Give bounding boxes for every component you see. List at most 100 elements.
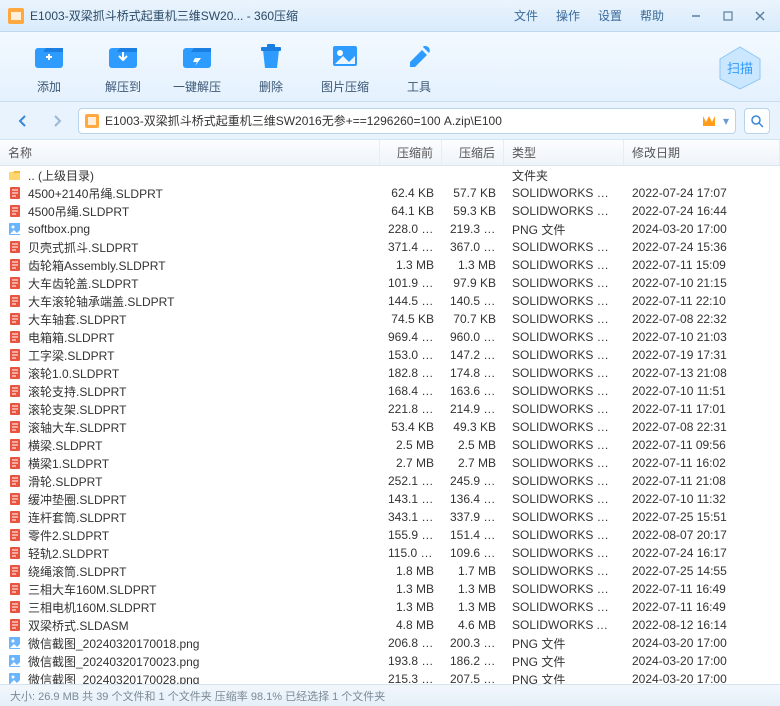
file-date: 2022-08-07 20:17 [624,528,780,542]
file-row[interactable]: 连杆套筒.SLDPRT 343.1 KB 337.9 KB SOLIDWORKS… [0,508,780,526]
file-after: 367.0 KB [442,240,504,254]
image-compress-button[interactable]: 图片压缩 [308,38,382,95]
file-row[interactable]: 微信截图_20240320170023.png 193.8 KB 186.2 K… [0,652,780,670]
file-row[interactable]: 大车轴套.SLDPRT 74.5 KB 70.7 KB SOLIDWORKS P… [0,310,780,328]
file-row[interactable]: 齿轮箱Assembly.SLDPRT 1.3 MB 1.3 MB SOLIDWO… [0,256,780,274]
file-row[interactable]: 双梁桥式.SLDASM 4.8 MB 4.6 MB SOLIDWORKS As.… [0,616,780,634]
menu-help[interactable]: 帮助 [640,7,664,24]
extract-button[interactable]: 解压到 [86,38,160,95]
file-row[interactable]: 4500+2140吊绳.SLDPRT 62.4 KB 57.7 KB SOLID… [0,184,780,202]
file-row[interactable]: 大车滚轮轴承端盖.SLDPRT 144.5 KB 140.5 KB SOLIDW… [0,292,780,310]
file-before: 4.8 MB [380,618,442,632]
file-name: 横梁.SLDPRT [20,437,380,454]
header-name[interactable]: 名称 [0,140,380,165]
file-type: SOLIDWORKS Pa... [504,366,624,380]
path-input[interactable]: E1003-双梁抓斗桥式起重机三维SW2016无参+==1296260=100 … [78,108,736,134]
file-row[interactable]: 滚轮支持.SLDPRT 168.4 KB 163.6 KB SOLIDWORKS… [0,382,780,400]
chevron-down-icon[interactable]: ▾ [723,114,729,128]
file-name: 双梁桥式.SLDASM [20,617,380,634]
scan-button[interactable]: 扫描 [712,43,768,91]
file-date: 2022-07-24 16:44 [624,204,780,218]
file-icon [0,186,20,200]
file-after: 147.2 KB [442,348,504,362]
file-date: 2022-07-11 17:01 [624,402,780,416]
file-type: SOLIDWORKS Pa... [504,474,624,488]
file-date: 2022-07-25 15:51 [624,510,780,524]
file-type: SOLIDWORKS Pa... [504,510,624,524]
search-button[interactable] [744,108,770,134]
file-icon [0,654,20,668]
header-before[interactable]: 压缩前 [380,140,442,165]
file-row[interactable]: 工字梁.SLDPRT 153.0 KB 147.2 KB SOLIDWORKS … [0,346,780,364]
file-row[interactable]: 三相电机160M.SLDPRT 1.3 MB 1.3 MB SOLIDWORKS… [0,598,780,616]
file-row[interactable]: 微信截图_20240320170018.png 206.8 KB 200.3 K… [0,634,780,652]
file-row[interactable]: 大车齿轮盖.SLDPRT 101.9 KB 97.9 KB SOLIDWORKS… [0,274,780,292]
file-row[interactable]: 滚轮1.0.SLDPRT 182.8 KB 174.8 KB SOLIDWORK… [0,364,780,382]
file-type: SOLIDWORKS Pa... [504,330,624,344]
file-type: SOLIDWORKS Pa... [504,348,624,362]
file-after: 136.4 KB [442,492,504,506]
tools-button[interactable]: 工具 [382,38,456,95]
file-row[interactable]: 滚轴大车.SLDPRT 53.4 KB 49.3 KB SOLIDWORKS P… [0,418,780,436]
file-after: 140.5 KB [442,294,504,308]
back-button[interactable] [10,108,36,134]
window-title: E1003-双梁抓斗桥式起重机三维SW20... - 360压缩 [30,7,514,24]
file-row[interactable]: 三相大车160M.SLDPRT 1.3 MB 1.3 MB SOLIDWORKS… [0,580,780,598]
file-row[interactable]: softbox.png 228.0 KB 219.3 KB PNG 文件 202… [0,220,780,238]
file-row[interactable]: 横梁.SLDPRT 2.5 MB 2.5 MB SOLIDWORKS Pa...… [0,436,780,454]
file-after: 1.3 MB [442,582,504,596]
file-type: 文件夹 [504,167,624,184]
file-name: 大车滚轮轴承端盖.SLDPRT [20,293,380,310]
minimize-button[interactable] [684,6,708,26]
file-row[interactable]: 电箱箱.SLDPRT 969.4 KB 960.0 KB SOLIDWORKS … [0,328,780,346]
header-date[interactable]: 修改日期 [624,140,780,165]
file-before: 155.9 KB [380,528,442,542]
file-before: 193.8 KB [380,654,442,668]
menu-settings[interactable]: 设置 [598,7,622,24]
file-icon [0,294,20,308]
file-row[interactable]: 滚轮支架.SLDPRT 221.8 KB 214.9 KB SOLIDWORKS… [0,400,780,418]
file-after: 245.9 KB [442,474,504,488]
file-date: 2022-07-25 14:55 [624,564,780,578]
parent-directory-row[interactable]: .. (上级目录) 文件夹 [0,166,780,184]
file-row[interactable]: 滑轮.SLDPRT 252.1 KB 245.9 KB SOLIDWORKS P… [0,472,780,490]
menu-operate[interactable]: 操作 [556,7,580,24]
file-row[interactable]: 横梁1.SLDPRT 2.7 MB 2.7 MB SOLIDWORKS Pa..… [0,454,780,472]
delete-button[interactable]: 删除 [234,38,308,95]
file-after: 2.7 MB [442,456,504,470]
file-date: 2022-07-11 16:49 [624,582,780,596]
pathbar: E1003-双梁抓斗桥式起重机三维SW2016无参+==1296260=100 … [0,102,780,140]
oneclick-button[interactable]: 一键解压 [160,38,234,95]
scan-icon: 扫描 [712,43,768,91]
file-row[interactable]: 缓冲垫圈.SLDPRT 143.1 KB 136.4 KB SOLIDWORKS… [0,490,780,508]
add-button[interactable]: 添加 [12,38,86,95]
file-before: 969.4 KB [380,330,442,344]
file-name: 横梁1.SLDPRT [20,455,380,472]
file-before: 53.4 KB [380,420,442,434]
file-name: 电箱箱.SLDPRT [20,329,380,346]
file-list[interactable]: .. (上级目录) 文件夹 4500+2140吊绳.SLDPRT 62.4 KB… [0,166,780,686]
image-icon [327,38,363,74]
file-name: 滚轮支架.SLDPRT [20,401,380,418]
file-after: 163.6 KB [442,384,504,398]
forward-button[interactable] [44,108,70,134]
file-date: 2022-07-24 15:36 [624,240,780,254]
file-icon [0,258,20,272]
file-date: 2022-07-10 21:03 [624,330,780,344]
file-row[interactable]: 贝壳式抓斗.SLDPRT 371.4 KB 367.0 KB SOLIDWORK… [0,238,780,256]
menu-file[interactable]: 文件 [514,7,538,24]
header-type[interactable]: 类型 [504,140,624,165]
file-type: SOLIDWORKS Pa... [504,312,624,326]
file-date: 2022-07-11 09:56 [624,438,780,452]
file-type: PNG 文件 [504,653,624,670]
file-after: 186.2 KB [442,654,504,668]
maximize-button[interactable] [716,6,740,26]
file-row[interactable]: 绕绳滚筒.SLDPRT 1.8 MB 1.7 MB SOLIDWORKS Pa.… [0,562,780,580]
file-row[interactable]: 零件2.SLDPRT 155.9 KB 151.4 KB SOLIDWORKS … [0,526,780,544]
file-row[interactable]: 4500吊绳.SLDPRT 64.1 KB 59.3 KB SOLIDWORKS… [0,202,780,220]
file-date: 2022-07-11 16:02 [624,456,780,470]
file-row[interactable]: 轻轨2.SLDPRT 115.0 KB 109.6 KB SOLIDWORKS … [0,544,780,562]
header-after[interactable]: 压缩后 [442,140,504,165]
close-button[interactable] [748,6,772,26]
file-type: SOLIDWORKS Pa... [504,276,624,290]
